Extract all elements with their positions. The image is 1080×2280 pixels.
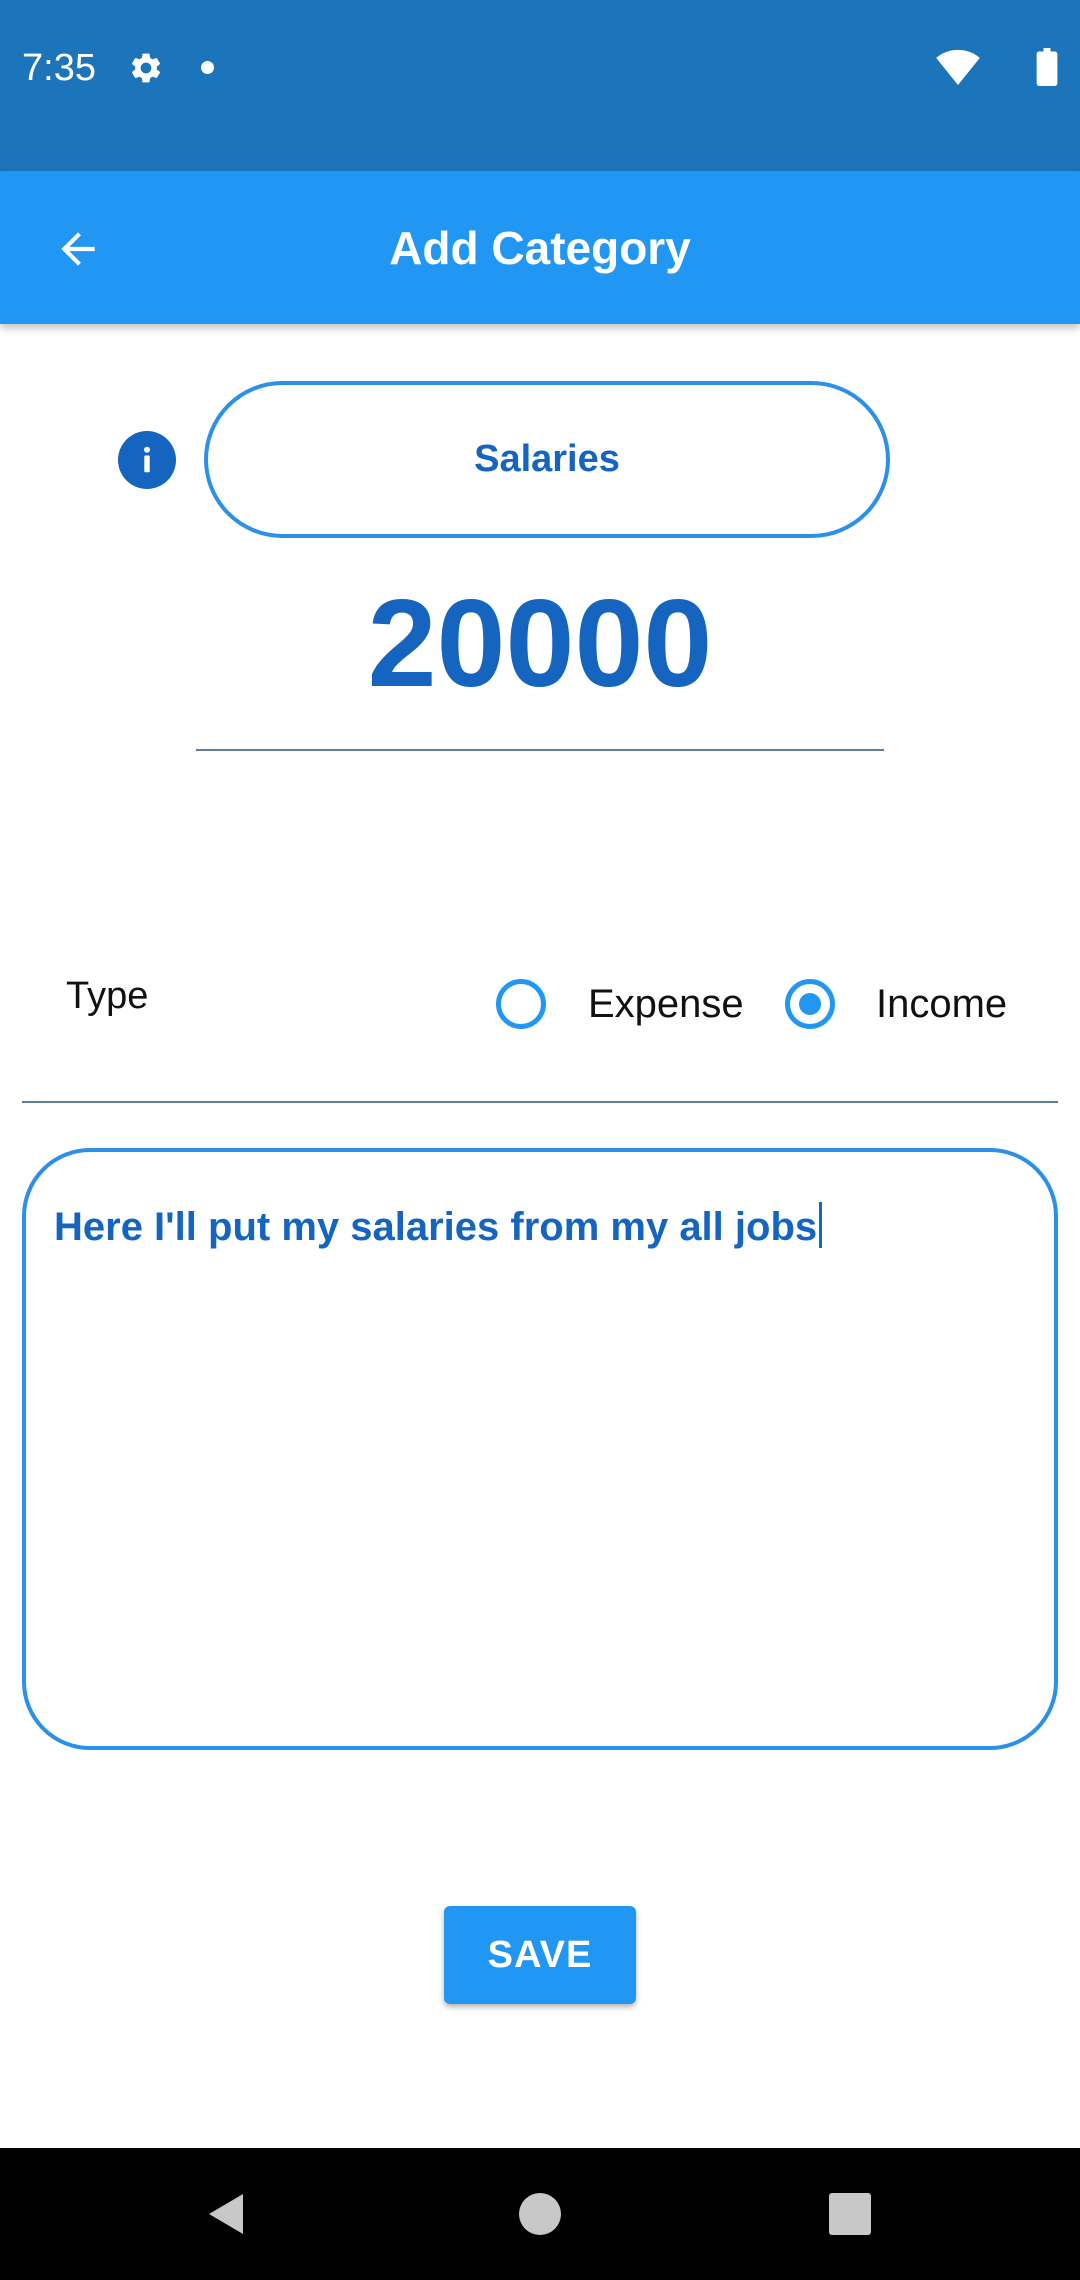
radio-income-label[interactable]: Income: [876, 979, 1007, 1029]
nav-recents-icon[interactable]: [829, 2193, 871, 2235]
info-glyph: [144, 446, 150, 473]
type-label: Type: [66, 975, 149, 1017]
nav-back-icon[interactable]: [203, 2190, 251, 2238]
navigation-bar: [0, 2148, 1080, 2280]
notification-dot-icon: [201, 61, 214, 74]
app-bar: Add Category: [0, 171, 1080, 324]
amount-input[interactable]: 20000: [196, 574, 884, 714]
description-textarea[interactable]: Here I'll put my salaries from my all jo…: [22, 1148, 1058, 1750]
page-title: Add Category: [389, 222, 691, 274]
status-time: 7:35: [22, 47, 96, 89]
radio-income[interactable]: [785, 979, 835, 1029]
description-text: Here I'll put my salaries from my all jo…: [54, 1205, 818, 1249]
save-button[interactable]: SAVE: [444, 1906, 636, 2004]
type-underline: [22, 1101, 1058, 1103]
battery-icon: [1036, 48, 1058, 86]
category-name-input[interactable]: Salaries: [204, 381, 890, 538]
status-bar: 7:35: [0, 0, 1080, 171]
info-icon[interactable]: [118, 431, 176, 489]
text-caret: [819, 1202, 823, 1248]
radio-expense-label[interactable]: Expense: [588, 979, 744, 1029]
radio-expense[interactable]: [496, 979, 546, 1029]
wifi-icon: [936, 49, 980, 86]
gear-icon: [131, 53, 161, 83]
amount-underline: [196, 749, 884, 751]
nav-home-icon[interactable]: [519, 2193, 561, 2235]
